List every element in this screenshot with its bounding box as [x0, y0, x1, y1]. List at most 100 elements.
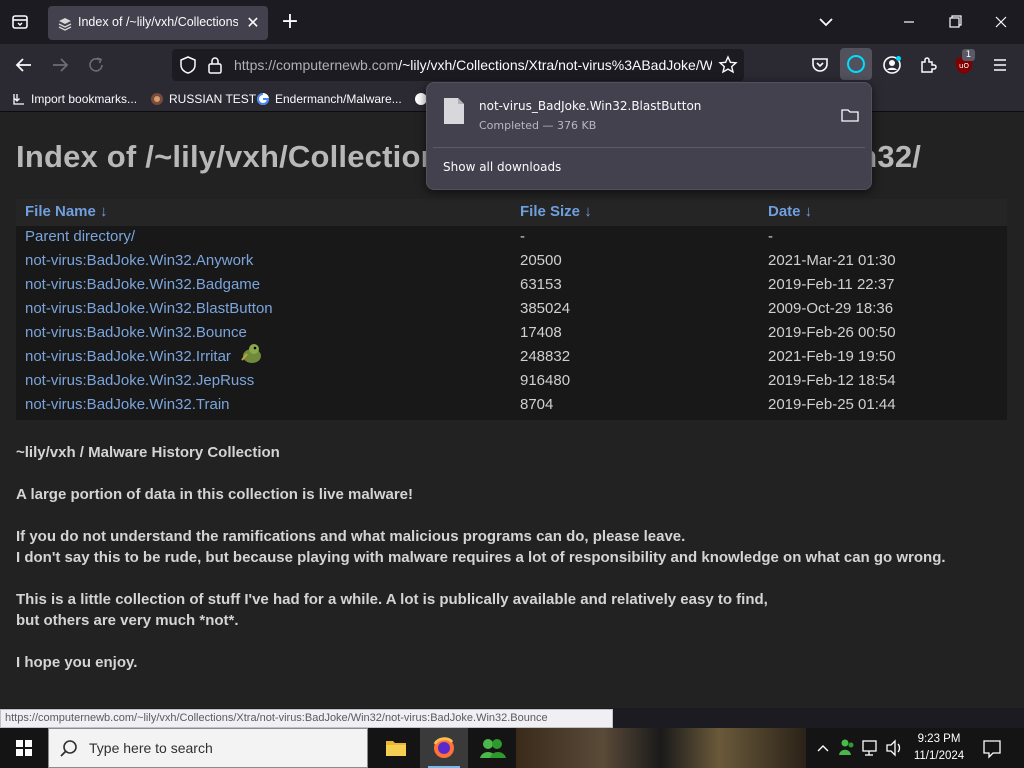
file-explorer-icon[interactable]: [372, 728, 420, 768]
windows-start-icon[interactable]: [0, 728, 48, 768]
chevron-down-icon[interactable]: [816, 12, 836, 32]
sort-by-size-link[interactable]: File Size ↓: [520, 203, 592, 220]
url-text[interactable]: https://computernewb.com/~lily/vxh/Colle…: [234, 57, 712, 73]
file-size: 63153: [520, 276, 562, 293]
search-placeholder: Type here to search: [89, 740, 213, 756]
tab-active[interactable]: Index of /~lily/vxh/Collections/Xtra/not…: [48, 6, 268, 40]
table-row: not-virus:BadJoke.Win32.Badgame 63153 20…: [16, 274, 1007, 298]
file-date: 2019-Feb-26 00:50: [768, 324, 896, 341]
description-text: This is a little collection of stuff I'v…: [16, 591, 768, 608]
extension-badge: 1: [962, 49, 975, 61]
stack-icon: [58, 16, 72, 31]
people-tray-icon[interactable]: [836, 728, 858, 768]
account-icon[interactable]: [880, 53, 904, 77]
clock-date: 11/1/2024: [913, 750, 965, 762]
network-icon[interactable]: [860, 728, 882, 768]
table-row: not-virus:BadJoke.Win32.Irritar 248832 2…: [16, 346, 1007, 370]
table-row: not-virus:BadJoke.Win32.JepRuss 916480 2…: [16, 370, 1007, 394]
file-date: 2009-Oct-29 18:36: [768, 300, 894, 317]
star-icon[interactable]: [718, 55, 738, 75]
downloads-button[interactable]: [840, 48, 872, 80]
file-date: 2019-Feb-11 22:37: [768, 276, 895, 293]
file-icon: [443, 97, 465, 125]
file-link[interactable]: not-virus:BadJoke.Win32.Badgame: [25, 276, 260, 293]
file-listing-table: File Name ↓ File Size ↓ Date ↓ Parent di…: [16, 199, 1007, 420]
table-header: File Name ↓ File Size ↓ Date ↓: [16, 199, 1007, 226]
forward-arrow-icon[interactable]: [48, 53, 72, 77]
download-item[interactable]: not-virus_BadJoke.Win32.BlastButton Comp…: [433, 89, 865, 141]
url-path: /~lily/vxh/Collections/Xtra/not-virus%3A…: [398, 57, 712, 73]
window-close-icon[interactable]: [990, 12, 1012, 32]
back-arrow-icon[interactable]: [12, 53, 36, 77]
notifications-icon[interactable]: [980, 728, 1004, 768]
globe-icon: [150, 92, 164, 106]
browser-window: Index of /~lily/vxh/Collections/Xtra/not…: [0, 0, 1024, 768]
collection-heading: ~lily/vxh / Malware History Collection: [16, 444, 280, 461]
google-icon: [256, 92, 270, 106]
wallpaper-peek: [516, 728, 806, 768]
tab-list-icon[interactable]: [8, 10, 32, 34]
bookmark-label: RUSSIAN TEST: [169, 92, 257, 106]
search-icon: [59, 739, 79, 759]
file-size: -: [520, 228, 525, 245]
file-link[interactable]: not-virus:BadJoke.Win32.Bounce: [25, 324, 247, 341]
ublock-icon[interactable]: uO 1: [952, 49, 976, 77]
file-date: 2021-Feb-19 19:50: [768, 348, 896, 365]
file-date: -: [768, 228, 773, 245]
sort-by-name-link[interactable]: File Name ↓: [25, 203, 108, 220]
shield-icon[interactable]: [178, 55, 198, 75]
file-link[interactable]: not-virus:BadJoke.Win32.BlastButton: [25, 300, 273, 317]
file-size: 17408: [520, 324, 562, 341]
notice-text: If you do not understand the ramificatio…: [16, 528, 686, 545]
divider: [433, 147, 865, 148]
taskbar-clock[interactable]: 9:23 PM 11/1/2024: [902, 731, 976, 765]
show-all-downloads-button[interactable]: Show all downloads: [443, 160, 561, 174]
file-link[interactable]: not-virus:BadJoke.Win32.JepRuss: [25, 372, 254, 389]
bonzi-app-icon[interactable]: [468, 728, 516, 768]
taskbar: Type here to search 9:23 PM 11/1/2024: [0, 728, 1024, 768]
close-icon[interactable]: ✕: [244, 14, 262, 32]
table-row: not-virus:BadJoke.Win32.Bounce 17408 201…: [16, 322, 1007, 346]
file-date: 2021-Mar-21 01:30: [768, 252, 896, 269]
taskbar-search-box[interactable]: Type here to search: [48, 728, 368, 768]
table-row: not-virus:BadJoke.Win32.Anywork 20500 20…: [16, 250, 1007, 274]
restore-icon[interactable]: [944, 12, 966, 32]
extensions-icon[interactable]: [916, 53, 940, 77]
tab-title: Index of /~lily/vxh/Collections/Xtra/not…: [78, 15, 238, 29]
downloads-progress-icon: [847, 55, 865, 73]
folder-icon[interactable]: [841, 107, 859, 123]
bookmark-endermanch[interactable]: Endermanch/Malware...: [256, 90, 402, 108]
minimize-icon[interactable]: [898, 12, 920, 32]
file-link[interactable]: not-virus:BadJoke.Win32.Anywork: [25, 252, 253, 269]
file-link[interactable]: not-virus:BadJoke.Win32.Train: [25, 396, 230, 413]
mascot-cursor-icon: [238, 340, 264, 366]
warning-text: A large portion of data in this collecti…: [16, 486, 414, 503]
hamburger-menu-icon[interactable]: [988, 53, 1012, 77]
table-row: not-virus:BadJoke.Win32.Train 8704 2019-…: [16, 394, 1007, 418]
sort-by-date-link[interactable]: Date ↓: [768, 203, 812, 220]
reload-icon[interactable]: [84, 53, 108, 77]
url-bar[interactable]: https://computernewb.com/~lily/vxh/Colle…: [172, 49, 744, 81]
clock-time: 9:23 PM: [917, 733, 961, 745]
file-link[interactable]: Parent directory/: [25, 228, 135, 245]
svg-text:uO: uO: [959, 62, 969, 70]
file-link[interactable]: not-virus:BadJoke.Win32.Irritar: [25, 348, 231, 365]
url-host: https://computernewb.com: [234, 57, 399, 73]
lock-icon[interactable]: [206, 55, 224, 75]
download-status: Completed — 376 KB: [479, 119, 597, 132]
pocket-icon[interactable]: [808, 53, 832, 77]
nav-bar: https://computernewb.com/~lily/vxh/Colle…: [0, 44, 1024, 86]
page-content: Index of /~lily/vxh/Collections/Xtra/not…: [0, 112, 1024, 708]
new-tab-icon[interactable]: +: [280, 11, 300, 33]
bookmark-russian-test[interactable]: RUSSIAN TEST: [150, 90, 256, 108]
file-date: 2019-Feb-12 18:54: [768, 372, 896, 389]
description-text: but others are very much *not*.: [16, 612, 239, 629]
import-icon: [12, 92, 26, 106]
firefox-icon[interactable]: [420, 728, 468, 768]
chevron-up-icon[interactable]: [814, 728, 832, 768]
table-row: not-virus:BadJoke.Win32.BlastButton 3850…: [16, 298, 1007, 322]
volume-icon[interactable]: [884, 728, 904, 768]
bookmark-import[interactable]: Import bookmarks...: [12, 90, 137, 108]
downloads-panel: not-virus_BadJoke.Win32.BlastButton Comp…: [426, 82, 872, 190]
table-row: Parent directory/ - -: [16, 226, 1007, 250]
